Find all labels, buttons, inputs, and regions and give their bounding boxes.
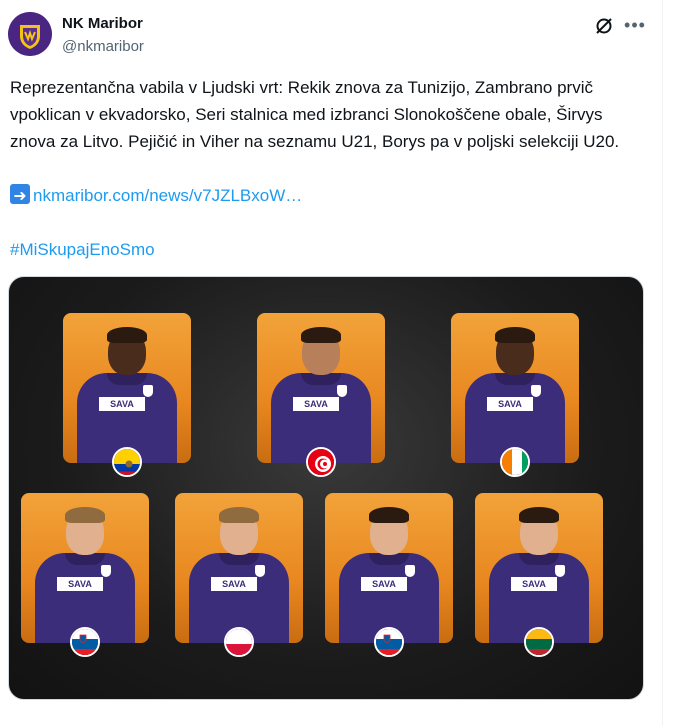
- more-options-icon[interactable]: •••: [624, 14, 646, 36]
- account-name[interactable]: NK Maribor: [62, 15, 143, 32]
- sponsor-text: SAVA: [99, 397, 145, 411]
- ivory-coast-flag-icon: [500, 447, 530, 477]
- timeline-divider: [662, 0, 663, 726]
- slovenia-flag-icon: [374, 627, 404, 657]
- player-card: SAVA: [257, 313, 385, 477]
- hashtag-link[interactable]: #MiSkupajEnoSmo: [10, 236, 155, 263]
- slovenia-flag-icon: [70, 627, 100, 657]
- grok-icon[interactable]: [594, 16, 614, 36]
- lithuania-flag-icon: [524, 627, 554, 657]
- sponsor-text: SAVA: [487, 397, 533, 411]
- ecuador-flag-icon: [112, 447, 142, 477]
- right-arrow-icon: [10, 182, 30, 209]
- sponsor-text: SAVA: [57, 577, 103, 591]
- player-card: SAVA: [175, 493, 303, 657]
- tweet-link-line: nkmaribor.com/news/v7JZLBxoW…: [10, 182, 302, 209]
- player-card: SAVA: [21, 493, 149, 657]
- player-card: SAVA: [475, 493, 603, 657]
- sponsor-text: SAVA: [293, 397, 339, 411]
- poland-flag-icon: [224, 627, 254, 657]
- sponsor-text: SAVA: [511, 577, 557, 591]
- club-crest-logo: [8, 12, 52, 56]
- article-link[interactable]: nkmaribor.com/news/v7JZLBxoW…: [33, 186, 302, 205]
- player-card: SAVA: [451, 313, 579, 477]
- player-card: SAVA: [325, 493, 453, 657]
- tunisia-flag-icon: [306, 447, 336, 477]
- player-card: SAVA: [63, 313, 191, 477]
- sponsor-text: SAVA: [211, 577, 257, 591]
- tweet-image[interactable]: SAVA SAVA SAVA SAVA SAVA SAVA SAVA: [8, 276, 644, 700]
- sponsor-text: SAVA: [361, 577, 407, 591]
- tweet-text: Reprezentančna vabila v Ljudski vrt: Rek…: [10, 78, 620, 151]
- avatar[interactable]: [8, 12, 52, 56]
- tweet-header: NK Maribor @nkmaribor •••: [8, 12, 658, 60]
- account-handle[interactable]: @nkmaribor: [62, 38, 144, 55]
